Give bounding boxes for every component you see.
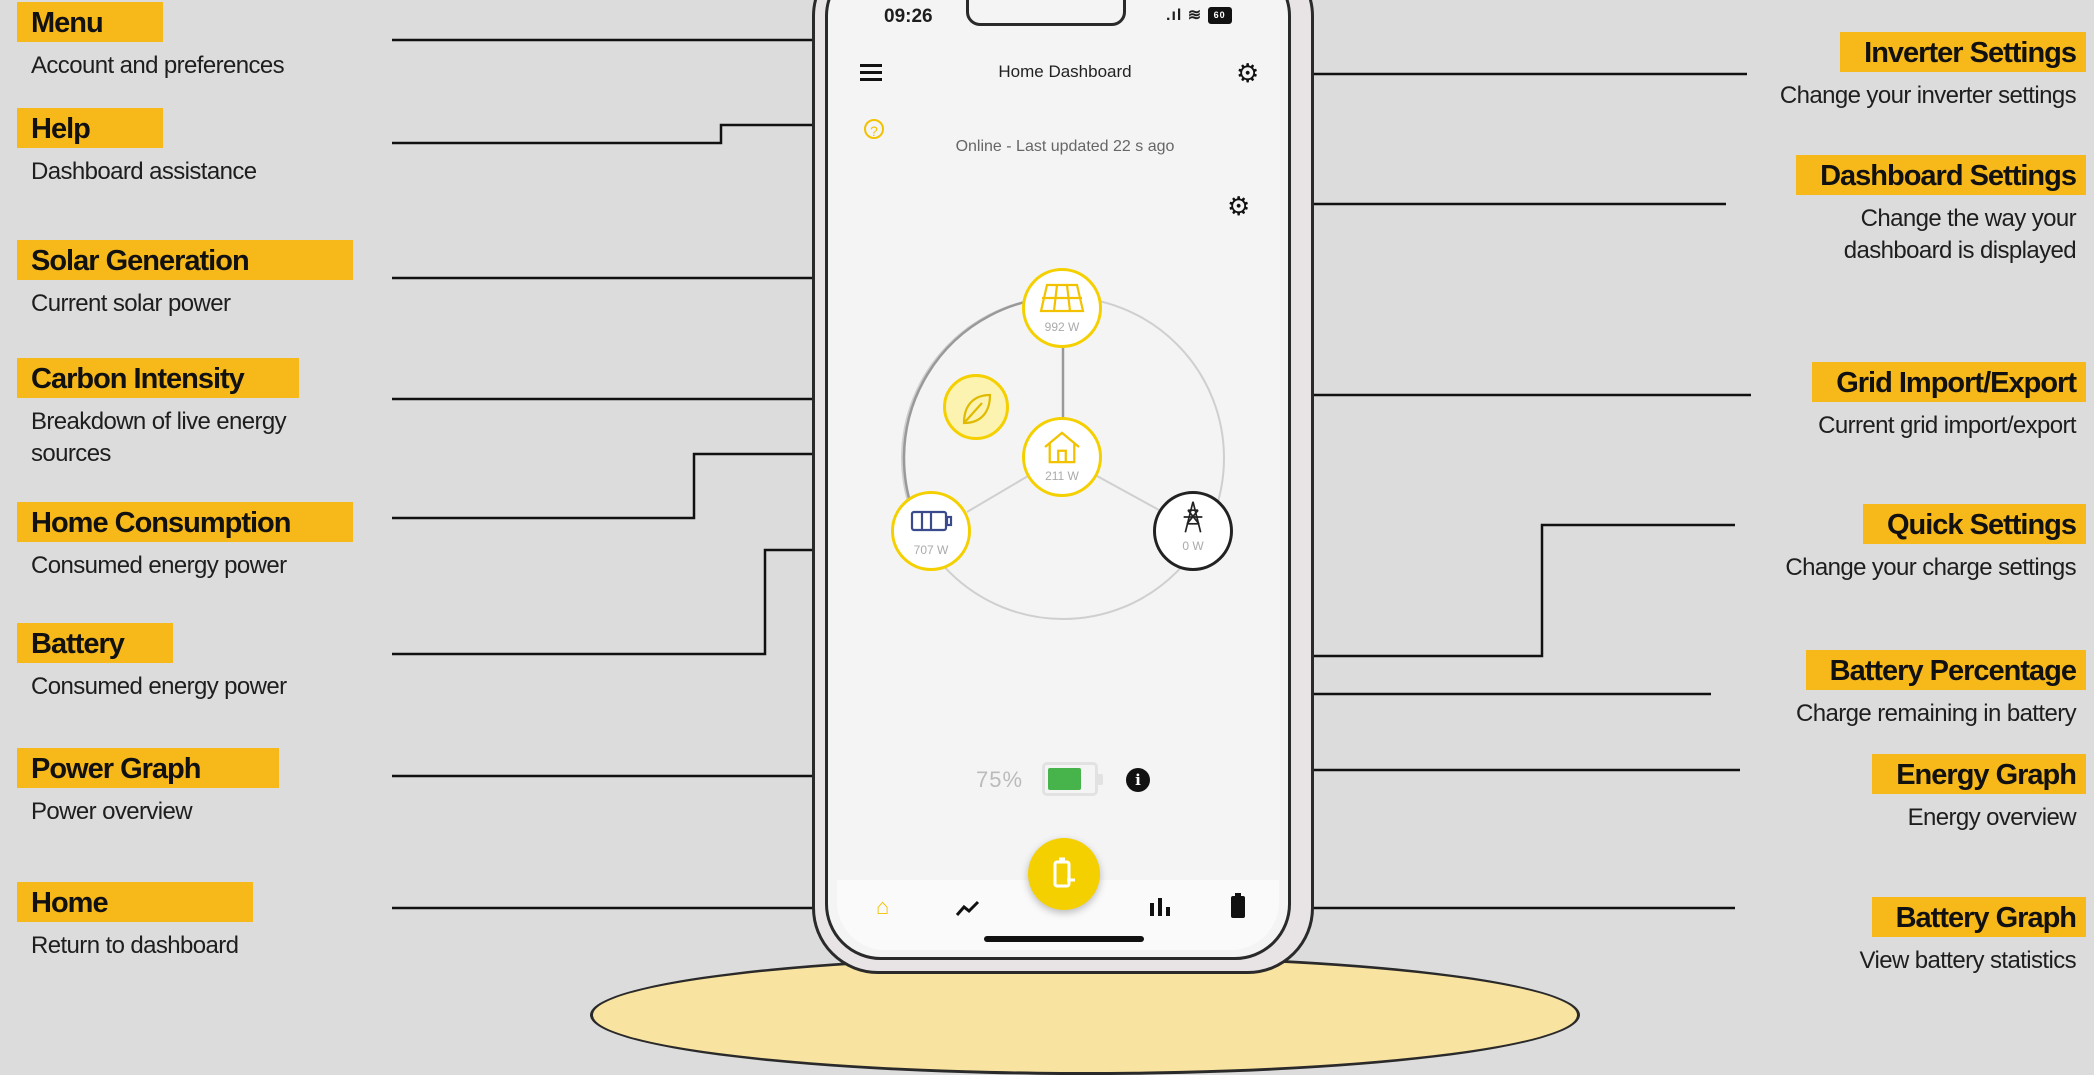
solar-panel-icon [1039,283,1085,313]
label-title: Battery Graph [1871,897,2086,937]
label-carbon-intensity: Carbon Intensity Breakdown of live energ… [17,358,341,470]
battery-graph-icon[interactable] [1230,893,1246,919]
label-battery-percentage: Battery Percentage Charge remaining in b… [1796,650,2086,730]
label-title: Power Graph [17,748,279,788]
label-menu: Menu Account and preferences [17,2,285,82]
bar-chart-icon[interactable] [1148,895,1172,917]
pylon-icon [1183,501,1203,533]
label-title: Battery Percentage [1805,650,2086,690]
label-title: Menu [17,2,163,42]
grid-value: 0 W [1182,539,1204,553]
label-desc: Current grid import/export [1818,412,2076,439]
label-desc: Consumed energy power [31,673,287,700]
label-inverter-settings: Inverter Settings Change your inverter s… [1780,32,2086,112]
battery-icon [910,510,953,532]
solar-value: 992 W [1044,320,1080,334]
battery-connector [392,548,882,656]
label-battery: Battery Consumed energy power [17,623,287,703]
home-battery-link [966,475,1029,513]
grid-node[interactable]: 0 W [1153,491,1233,571]
help-connector [392,123,858,145]
house-icon [1044,431,1080,464]
home-indicator [984,936,1144,942]
label-quick-settings: Quick Settings Change your charge settin… [1785,504,2086,584]
label-desc: View battery statistics [1859,947,2076,974]
label-desc: Consumed energy power [31,552,287,579]
label-title: Help [17,108,163,148]
battery-node[interactable]: 707 W [891,491,971,571]
label-desc: Change the way your dashboard is display… [1843,205,2077,264]
label-desc: Current solar power [31,290,231,317]
label-title: Home Consumption [17,502,353,542]
label-help: Help Dashboard assistance [17,108,257,188]
label-title: Quick Settings [1862,504,2086,544]
solar-node[interactable]: 992 W [1022,268,1102,348]
label-desc: Change your charge settings [1785,554,2076,581]
label-desc: Change your inverter settings [1779,82,2077,109]
label-battery-graph: Battery Graph View battery statistics [1859,897,2086,977]
label-grid-import-export: Grid Import/Export Current grid import/e… [1812,362,2086,442]
label-desc: Charge remaining in battery [1796,700,2077,727]
info-circle-icon[interactable]: i [1126,768,1150,792]
battery-value: 707 W [913,543,949,557]
label-desc: Dashboard assistance [31,158,257,185]
battery-level-fill [1048,768,1081,790]
quick-settings-charge-button[interactable] [1028,838,1100,910]
label-power-graph: Power Graph Power overview [17,748,279,828]
label-desc: Breakdown of live energy sources [31,408,287,467]
label-desc: Account and preferences [31,52,285,79]
label-dashboard-settings: Dashboard Settings Change the way your d… [1786,155,2086,267]
home-value: 211 W [1045,469,1079,483]
home-grid-link [1096,475,1160,511]
label-desc: Return to dashboard [31,932,239,959]
menu-connector [392,38,874,58]
label-title: Home [17,882,253,922]
home-node[interactable]: 211 W [1022,417,1102,497]
label-title: Energy Graph [1872,754,2086,794]
charge-icon [1053,857,1075,888]
leaf-icon [962,393,992,425]
label-energy-graph: Energy Graph Energy overview [1872,754,2086,834]
battery-percentage: 75% [976,767,1024,792]
label-title: Carbon Intensity [17,358,299,398]
label-desc: Power overview [31,798,193,825]
trend-line-icon[interactable] [955,898,981,918]
label-title: Inverter Settings [1840,32,2086,72]
label-title: Grid Import/Export [1812,362,2086,402]
label-home-consumption: Home Consumption Consumed energy power [17,502,353,582]
label-title: Dashboard Settings [1796,155,2086,195]
home-icon[interactable]: ⌂ [876,894,889,920]
label-title: Solar Generation [17,240,353,280]
label-home: Home Return to dashboard [17,882,253,962]
label-title: Battery [17,623,173,663]
label-desc: Energy overview [1907,804,2077,831]
carbon-intensity-node[interactable] [943,374,1009,440]
battery-level-indicator[interactable] [1042,762,1103,796]
label-solar-generation: Solar Generation Current solar power [17,240,353,320]
